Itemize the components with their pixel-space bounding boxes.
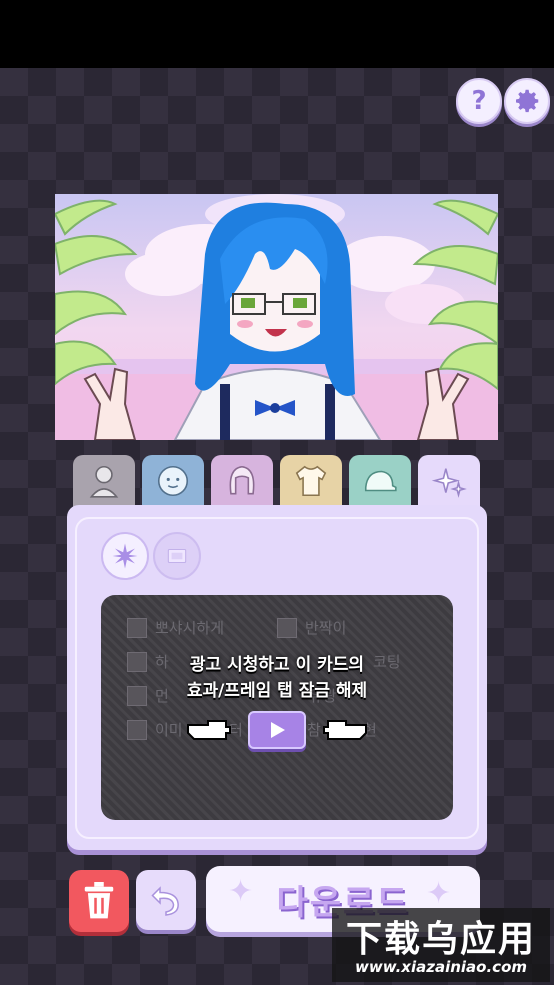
option-label: 참 [307,721,321,739]
option-soft-glow: 뽀샤시하게 [127,617,224,638]
pointing-hand-right-icon [187,720,231,740]
hair-icon [229,465,255,495]
watermark: 下载乌应用 www.xiazainiao.com [332,908,550,982]
option-label: 이미 [155,721,183,739]
silhouette-icon [89,465,119,498]
star-burst-icon [112,543,138,569]
sparkles-icon [431,468,467,498]
effects-subtab-button[interactable] [101,532,149,580]
undo-button[interactable] [136,870,196,930]
delete-button[interactable] [69,870,129,932]
option-7: 이미 [127,719,183,740]
gear-icon [516,89,539,113]
trash-icon [84,882,114,919]
unlock-message: 광고 시청하고 이 카드의 효과/프레임 탭 잠금 해제 [0,652,554,704]
tab-accessories[interactable] [349,455,411,507]
locked-options-area: 뽀샤시하게 반짝이 하 코팅 먼 유광 이미 터 참 현 [101,595,453,820]
question-mark-icon: ? [471,86,487,116]
category-tabs [73,455,481,511]
tab-hair[interactable] [211,455,273,507]
tab-face[interactable] [142,455,204,507]
checkbox [127,617,147,638]
frames-subtab-button[interactable] [153,532,201,580]
frame-icon [167,548,187,564]
watch-ad-play-button[interactable] [248,711,306,749]
sparkle-icon: ✦ [426,876,452,911]
help-button[interactable]: ? [456,78,502,124]
shirt-icon [295,465,327,497]
checkbox [277,617,297,638]
pointing-hand-left-icon [323,720,367,740]
tab-effects[interactable] [418,455,480,511]
checkbox [127,719,147,740]
unlock-message-line-1: 광고 시청하고 이 카드의 [189,655,365,675]
tab-silhouette[interactable] [73,455,135,507]
character-preview [55,194,498,440]
face-icon [157,465,189,497]
option-label: 반짝이 [305,619,347,637]
tab-clothes[interactable] [280,455,342,507]
status-bar [0,0,554,68]
watermark-url: www.xiazainiao.com [354,958,528,976]
play-icon [271,722,285,738]
settings-button[interactable] [504,78,550,124]
sparkle-icon: ✦ [228,874,254,909]
unlock-message-line-2: 효과/프레임 탭 잠금 해제 [186,681,368,701]
undo-icon [151,886,179,916]
character-illustration [55,194,498,440]
watermark-title: 下载乌应用 [345,919,536,960]
option-sparkle: 반짝이 [277,617,346,638]
option-label: 뽀샤시하게 [155,619,225,637]
cap-icon [364,470,397,492]
option-9: 참 [307,719,321,740]
